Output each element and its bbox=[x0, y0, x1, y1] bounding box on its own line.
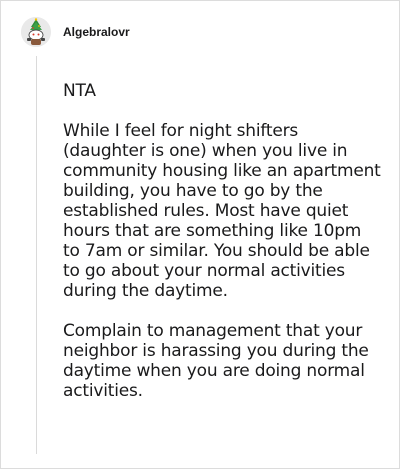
comment-username[interactable]: Algebralovr bbox=[63, 25, 130, 39]
thread-line[interactable] bbox=[36, 56, 37, 454]
comment-card: Algebralovr NTA While I feel for night s… bbox=[0, 0, 400, 469]
comment-paragraph-reasoning: While I feel for night shifters (daughte… bbox=[63, 121, 381, 301]
comment-paragraph-verdict: NTA bbox=[63, 81, 96, 101]
comment-body: NTA While I feel for night shifters (dau… bbox=[63, 81, 383, 421]
comment-header: Algebralovr bbox=[21, 17, 130, 47]
comment-paragraph-advice: Complain to management that your neighbo… bbox=[63, 321, 369, 401]
snoo-avatar-icon bbox=[21, 17, 51, 47]
user-avatar[interactable] bbox=[21, 17, 51, 47]
